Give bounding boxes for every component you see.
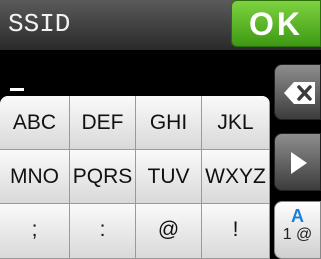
key-label: ; <box>31 218 38 241</box>
key-label: ! <box>232 218 239 241</box>
arrow-right-icon <box>291 152 307 174</box>
key-label: ABC <box>12 111 57 134</box>
key-colon[interactable]: : <box>70 204 136 259</box>
character-keypad: ABC DEF GHI JKL MNO PQRS TUV WXYZ ; : @ … <box>0 96 270 259</box>
header-bar: SSID OK <box>0 0 321 50</box>
cursor-right-button[interactable] <box>274 133 321 191</box>
key-tuv[interactable]: TUV <box>136 150 202 204</box>
key-label: JKL <box>217 111 254 134</box>
text-cursor <box>10 88 24 91</box>
key-wxyz[interactable]: WXYZ <box>202 150 270 204</box>
mode-symbols: 1 @ <box>282 226 313 243</box>
key-ghi[interactable]: GHI <box>136 96 202 150</box>
input-screen: SSID OK ABC DEF GHI JKL MNO PQRS TUV WXY… <box>0 0 321 259</box>
field-title: SSID <box>8 9 71 39</box>
key-label: @ <box>157 218 180 241</box>
key-semicolon[interactable]: ; <box>0 204 70 259</box>
key-label: GHI <box>149 111 188 134</box>
key-label: TUV <box>147 165 190 188</box>
key-def[interactable]: DEF <box>70 96 136 150</box>
ok-button[interactable]: OK <box>231 0 321 47</box>
key-label: DEF <box>81 111 124 134</box>
text-entry-field[interactable] <box>0 50 270 96</box>
key-jkl[interactable]: JKL <box>202 96 270 150</box>
key-abc[interactable]: ABC <box>0 96 70 150</box>
backspace-icon <box>284 82 315 104</box>
key-label: : <box>99 218 106 241</box>
input-mode-button[interactable]: A 1 @ <box>274 201 321 259</box>
mode-letter: A <box>291 206 304 226</box>
ok-label: OK <box>249 6 303 42</box>
key-label: MNO <box>10 165 59 188</box>
key-label: PQRS <box>72 165 133 188</box>
key-pqrs[interactable]: PQRS <box>70 150 136 204</box>
backspace-button[interactable] <box>274 64 321 120</box>
key-label: WXYZ <box>205 165 266 188</box>
key-exclamation[interactable]: ! <box>202 204 270 259</box>
key-mno[interactable]: MNO <box>0 150 70 204</box>
key-at[interactable]: @ <box>136 204 202 259</box>
